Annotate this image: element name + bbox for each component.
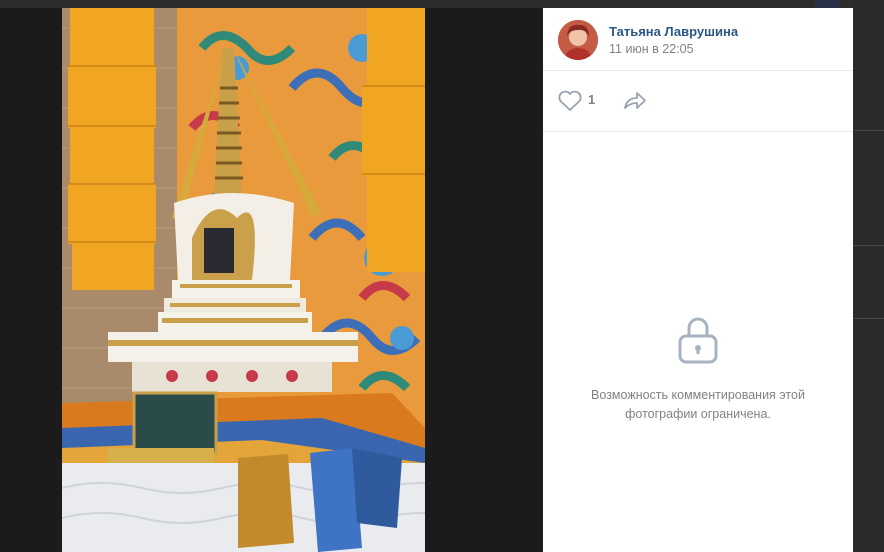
heart-icon[interactable] xyxy=(557,90,583,117)
share-icon[interactable] xyxy=(622,90,648,117)
post-header: Татьяна Лаврушина 11 июн в 22:05 xyxy=(543,8,853,71)
restricted-line-2: фотографии ограничена. xyxy=(625,407,771,421)
comments-restricted-message: Возможность комментирования этой фотогра… xyxy=(563,386,833,424)
background-divider xyxy=(853,318,884,319)
like-count[interactable]: 1 xyxy=(588,92,595,107)
avatar-image xyxy=(558,20,598,60)
author-name-link[interactable]: Татьяна Лаврушина xyxy=(609,24,738,39)
background-page xyxy=(853,0,884,552)
background-divider xyxy=(853,245,884,246)
photo-viewer[interactable] xyxy=(0,8,543,552)
background-divider xyxy=(853,130,884,131)
photo-info-panel: Татьяна Лаврушина 11 июн в 22:05 1 Возмо… xyxy=(543,8,853,552)
background-top-bar xyxy=(0,0,884,8)
photo[interactable] xyxy=(62,8,425,552)
restricted-line-1: Возможность комментирования этой xyxy=(591,388,805,402)
author-avatar[interactable] xyxy=(558,20,598,60)
post-date[interactable]: 11 июн в 22:05 xyxy=(609,42,694,56)
photo-image xyxy=(62,8,425,552)
lock-icon xyxy=(677,314,719,369)
